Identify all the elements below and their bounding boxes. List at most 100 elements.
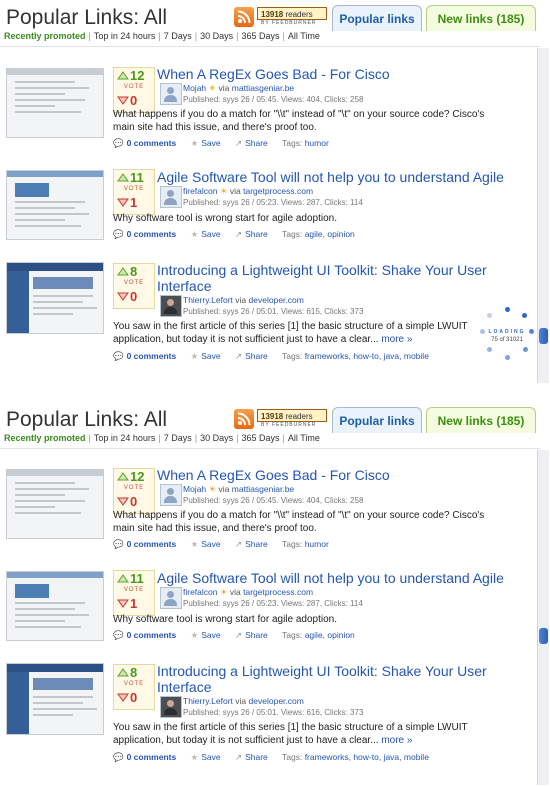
comments-link[interactable]: 💬 0 comments xyxy=(113,539,176,550)
tab-new-links[interactable]: New links (185) xyxy=(426,5,536,31)
feedburner-badge[interactable]: 13918 readers BY FEEDBURNER xyxy=(257,409,329,429)
scrollbar-thumb[interactable] xyxy=(539,628,548,644)
link-title[interactable]: When A RegEx Goes Bad - For Cisco xyxy=(157,467,527,483)
link-title[interactable]: Introducing a Lightweight UI Toolkit: Sh… xyxy=(157,262,527,294)
star-icon: ☀ xyxy=(219,587,228,597)
source-site[interactable]: mattiasgeniar.be xyxy=(232,83,294,93)
save-button[interactable]: ★ Save xyxy=(191,229,221,240)
link-title[interactable]: Agile Software Tool will not help you to… xyxy=(157,570,527,586)
vote-down-arrow-icon[interactable] xyxy=(117,693,129,702)
comments-link[interactable]: 💬 0 comments xyxy=(113,229,176,240)
filter-365-days[interactable]: 365 Days xyxy=(238,433,282,443)
tags-list[interactable]: humor xyxy=(305,539,329,549)
link-description: You saw in the first article of this ser… xyxy=(113,321,468,345)
share-button[interactable]: ↗ Share xyxy=(235,229,268,240)
link-thumbnail[interactable] xyxy=(6,262,104,334)
avatar[interactable] xyxy=(160,484,182,506)
vote-up-arrow-icon[interactable] xyxy=(117,267,129,276)
save-button[interactable]: ★ Save xyxy=(191,630,221,641)
link-actions: 💬 0 comments ★ Save ↗ Share Tags: agile, op… xyxy=(113,630,355,641)
comments-link[interactable]: 💬 0 comments xyxy=(113,752,176,763)
share-button[interactable]: ↗ Share xyxy=(235,630,268,641)
vote-up-arrow-icon[interactable] xyxy=(117,71,129,80)
avatar[interactable] xyxy=(160,295,182,317)
link-thumbnail[interactable] xyxy=(6,571,104,641)
vote-up-arrow-icon[interactable] xyxy=(117,668,129,677)
share-icon: ↗ xyxy=(234,351,243,361)
tab-popular-links[interactable]: Popular links xyxy=(332,5,422,31)
tab-new-links[interactable]: New links (185) xyxy=(426,407,536,433)
filter-recently-promoted[interactable]: Recently promoted xyxy=(4,433,89,443)
vote-down-arrow-icon[interactable] xyxy=(117,292,129,301)
rss-icon[interactable] xyxy=(234,7,254,27)
link-title[interactable]: When A RegEx Goes Bad - For Cisco xyxy=(157,66,527,82)
avatar[interactable] xyxy=(160,696,182,718)
save-button[interactable]: ★ Save xyxy=(191,138,221,149)
source-site[interactable]: developer.com xyxy=(249,295,304,305)
submitter-name[interactable]: Mojah xyxy=(183,83,206,93)
vote-down-arrow-icon[interactable] xyxy=(117,497,129,506)
source-site[interactable]: targetprocess.com xyxy=(243,587,313,597)
comments-link[interactable]: 💬 0 comments xyxy=(113,630,176,641)
comments-link[interactable]: 💬 0 comments xyxy=(113,351,176,362)
vote-down-arrow-icon[interactable] xyxy=(117,96,129,105)
more-link[interactable]: more » xyxy=(381,735,412,746)
filter-all-time[interactable]: All Time xyxy=(285,31,323,41)
link-thumbnail[interactable] xyxy=(6,170,104,240)
filter-24-hours[interactable]: Top in 24 hours xyxy=(91,31,159,41)
comments-link[interactable]: 💬 0 comments xyxy=(113,138,176,149)
filter-7-days[interactable]: 7 Days xyxy=(161,433,195,443)
submitter-name[interactable]: Thierry.Lefort xyxy=(183,295,233,305)
filter-all-time[interactable]: All Time xyxy=(285,433,323,443)
filter-30-days[interactable]: 30 Days xyxy=(197,31,236,41)
link-title[interactable]: Agile Software Tool will not help you to… xyxy=(157,169,527,185)
share-button[interactable]: ↗ Share xyxy=(235,539,268,550)
vote-up-arrow-icon[interactable] xyxy=(117,173,129,182)
feedburner-count: 13918 xyxy=(261,412,284,421)
save-button[interactable]: ★ Save xyxy=(191,351,221,362)
scrollbar-thumb[interactable] xyxy=(539,328,548,344)
link-thumbnail[interactable] xyxy=(6,469,104,539)
submitter-name[interactable]: Mojah xyxy=(183,484,206,494)
vertical-scrollbar[interactable] xyxy=(537,48,549,383)
vote-up-arrow-icon[interactable] xyxy=(117,472,129,481)
submitter-name[interactable]: Thierry.Lefort xyxy=(183,696,233,706)
tags-list[interactable]: frameworks, how-to, java, mobile xyxy=(305,351,429,361)
feedburner-badge[interactable]: 13918 readers BY FEEDBURNER xyxy=(257,7,329,27)
tags-list[interactable]: humor xyxy=(305,138,329,148)
avatar[interactable] xyxy=(160,587,182,609)
avatar[interactable] xyxy=(160,83,182,105)
tags-list[interactable]: agile, opinion xyxy=(305,229,355,239)
vertical-scrollbar[interactable] xyxy=(537,450,549,785)
filter-24-hours[interactable]: Top in 24 hours xyxy=(91,433,159,443)
source-site[interactable]: targetprocess.com xyxy=(243,186,313,196)
filter-30-days[interactable]: 30 Days xyxy=(197,433,236,443)
share-button[interactable]: ↗ Share xyxy=(235,351,268,362)
share-button[interactable]: ↗ Share xyxy=(235,752,268,763)
save-button[interactable]: ★ Save xyxy=(191,539,221,550)
rss-icon[interactable] xyxy=(234,409,254,429)
tags-list[interactable]: agile, opinion xyxy=(305,630,355,640)
filter-7-days[interactable]: 7 Days xyxy=(161,31,195,41)
avatar[interactable] xyxy=(160,186,182,208)
link-thumbnail[interactable] xyxy=(6,68,104,138)
downvote-count: 0 xyxy=(130,289,138,304)
vote-up-arrow-icon[interactable] xyxy=(117,574,129,583)
upvote-count: 12 xyxy=(130,469,145,484)
submitter-name[interactable]: firefalcon xyxy=(183,186,218,196)
tags-list[interactable]: frameworks, how-to, java, mobile xyxy=(305,752,429,762)
more-link[interactable]: more » xyxy=(381,334,412,345)
source-site[interactable]: mattiasgeniar.be xyxy=(232,484,294,494)
link-title[interactable]: Introducing a Lightweight UI Toolkit: Sh… xyxy=(157,663,527,695)
source-site[interactable]: developer.com xyxy=(249,696,304,706)
tab-popular-links[interactable]: Popular links xyxy=(332,407,422,433)
save-button[interactable]: ★ Save xyxy=(191,752,221,763)
share-button[interactable]: ↗ Share xyxy=(235,138,268,149)
filter-recently-promoted[interactable]: Recently promoted xyxy=(4,31,89,41)
filter-365-days[interactable]: 365 Days xyxy=(238,31,282,41)
link-thumbnail[interactable] xyxy=(6,663,104,735)
submitter-name[interactable]: firefalcon xyxy=(183,587,218,597)
vote-down-arrow-icon[interactable] xyxy=(117,198,129,207)
vote-down-arrow-icon[interactable] xyxy=(117,599,129,608)
upvote-count: 11 xyxy=(130,571,144,586)
